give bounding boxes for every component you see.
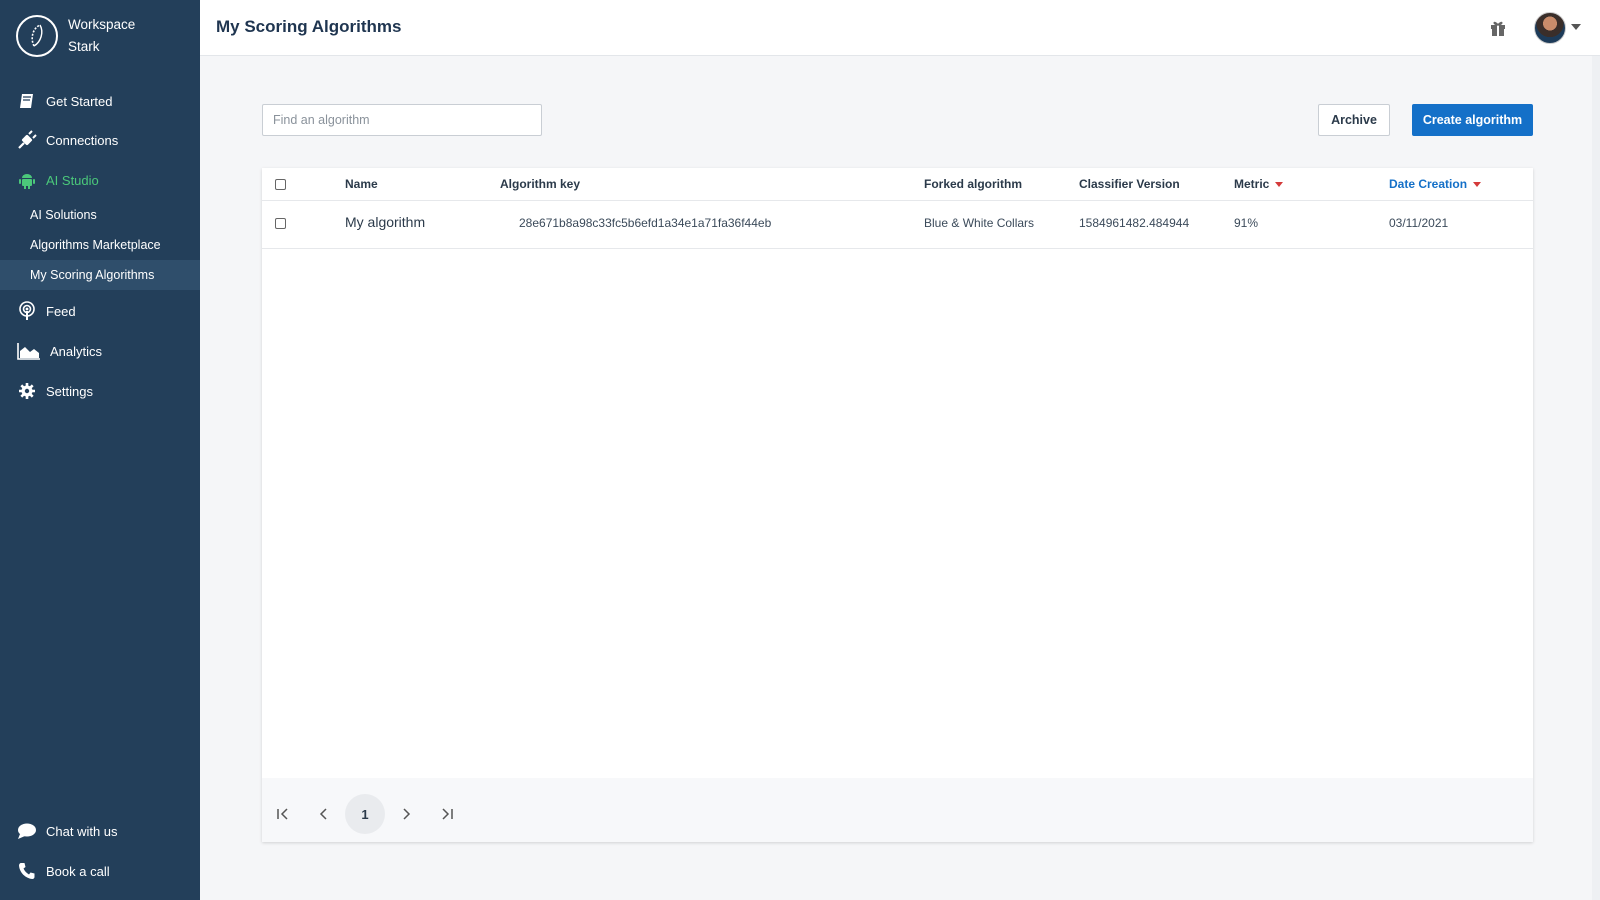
sidebar-item-label: Book a call bbox=[46, 863, 110, 879]
algorithms-table: Name Algorithm key Forked algorithm Clas… bbox=[262, 168, 1533, 842]
sidebar-subitem-ai-solutions[interactable]: AI Solutions bbox=[0, 200, 200, 230]
user-avatar[interactable] bbox=[1534, 12, 1566, 44]
column-header-metric[interactable]: Metric bbox=[1234, 177, 1284, 191]
sidebar-item-book-call[interactable]: Book a call bbox=[16, 860, 110, 882]
sort-desc-icon bbox=[1275, 181, 1284, 187]
sidebar-item-connections[interactable]: Connections bbox=[16, 129, 118, 151]
workspace-line2: Stark bbox=[68, 39, 100, 54]
page-title: My Scoring Algorithms bbox=[216, 17, 402, 36]
plug-icon bbox=[16, 129, 38, 151]
column-header-algorithm-key[interactable]: Algorithm key bbox=[500, 177, 580, 191]
column-header-date-creation[interactable]: Date Creation bbox=[1389, 177, 1482, 191]
table-header: Name Algorithm key Forked algorithm Clas… bbox=[262, 168, 1533, 201]
page-scrollbar[interactable] bbox=[1592, 56, 1600, 900]
sidebar-item-analytics[interactable]: Analytics bbox=[16, 340, 102, 362]
sidebar-item-label: Feed bbox=[46, 303, 76, 319]
date-creation: 03/11/2021 bbox=[1389, 216, 1449, 230]
page-number-current[interactable]: 1 bbox=[345, 794, 385, 834]
sidebar-item-settings[interactable]: Settings bbox=[16, 380, 93, 402]
book-icon bbox=[16, 90, 38, 112]
algorithm-name[interactable]: My algorithm bbox=[345, 214, 425, 230]
chevron-down-icon[interactable] bbox=[1571, 24, 1581, 30]
top-header: My Scoring Algorithms bbox=[200, 0, 1600, 56]
chat-icon bbox=[16, 820, 38, 842]
classifier-version: 1584961482.484944 bbox=[1079, 216, 1190, 230]
archive-button[interactable]: Archive bbox=[1318, 104, 1390, 136]
previous-page-icon[interactable] bbox=[304, 794, 344, 834]
row-checkbox[interactable] bbox=[275, 218, 286, 229]
workspace-switcher[interactable]: Workspace Stark bbox=[16, 14, 135, 58]
sidebar-subitem-my-scoring-algorithms[interactable]: My Scoring Algorithms bbox=[0, 260, 200, 290]
last-page-icon[interactable] bbox=[427, 794, 467, 834]
workspace-logo-icon bbox=[16, 15, 58, 57]
sort-desc-icon bbox=[1473, 181, 1482, 187]
sidebar-item-label: AI Studio bbox=[46, 172, 99, 188]
sidebar-item-chat[interactable]: Chat with us bbox=[16, 820, 118, 842]
sidebar-item-label: Get Started bbox=[46, 93, 113, 109]
gear-icon bbox=[16, 380, 38, 402]
column-header-forked-algorithm[interactable]: Forked algorithm bbox=[924, 177, 1022, 191]
podcast-icon bbox=[16, 300, 38, 322]
sidebar-item-label: Analytics bbox=[50, 343, 103, 359]
table-row[interactable]: My algorithm 28e671b8a98c33fc5b6efd1a34e… bbox=[262, 200, 1533, 249]
sidebar-item-ai-studio[interactable]: AI Studio bbox=[16, 169, 99, 191]
area-chart-icon bbox=[16, 340, 42, 362]
search-input[interactable] bbox=[262, 104, 542, 136]
column-header-metric-label: Metric bbox=[1234, 177, 1270, 191]
sidebar-subitem-algorithms-marketplace[interactable]: Algorithms Marketplace bbox=[0, 230, 200, 260]
sidebar-item-label: Chat with us bbox=[46, 823, 118, 839]
android-icon bbox=[16, 169, 38, 191]
pagination: 1 bbox=[262, 778, 1533, 842]
metric-value: 91% bbox=[1234, 216, 1259, 230]
create-algorithm-button[interactable]: Create algorithm bbox=[1412, 104, 1533, 136]
forked-algorithm: Blue & White Collars bbox=[924, 216, 1035, 230]
next-page-icon[interactable] bbox=[386, 794, 426, 834]
sidebar-item-get-started[interactable]: Get Started bbox=[16, 90, 112, 112]
column-header-date-label: Date Creation bbox=[1389, 177, 1468, 191]
workspace-name: Workspace Stark bbox=[68, 14, 135, 58]
first-page-icon[interactable] bbox=[263, 794, 303, 834]
sidebar: Workspace Stark Get Started Connections … bbox=[0, 0, 200, 900]
column-header-name[interactable]: Name bbox=[345, 177, 378, 191]
sidebar-item-feed[interactable]: Feed bbox=[16, 300, 76, 322]
algorithm-key: 28e671b8a98c33fc5b6efd1a34e1a71fa36f44eb bbox=[519, 216, 772, 230]
workspace-line1: Workspace bbox=[68, 17, 136, 32]
phone-icon bbox=[16, 860, 38, 882]
column-header-classifier-version[interactable]: Classifier Version bbox=[1079, 177, 1180, 191]
gift-icon[interactable] bbox=[1488, 18, 1508, 38]
sidebar-item-label: Settings bbox=[46, 383, 93, 399]
sidebar-item-label: Connections bbox=[46, 132, 119, 148]
select-all-checkbox[interactable] bbox=[275, 179, 286, 190]
